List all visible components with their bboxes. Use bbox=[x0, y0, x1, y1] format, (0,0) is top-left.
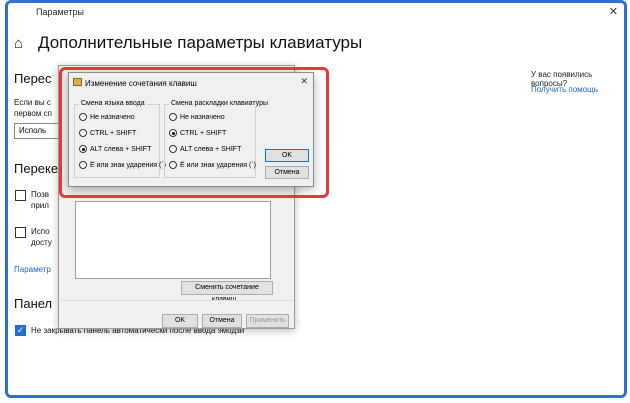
bg-ok-button[interactable]: OK bbox=[162, 314, 198, 328]
checkbox-label: прил bbox=[31, 201, 49, 210]
use-desktop-bar-checkbox[interactable] bbox=[15, 227, 26, 238]
checkbox-label: досту bbox=[31, 238, 52, 247]
close-icon[interactable]: ✕ bbox=[609, 5, 618, 18]
settings-window: Параметры ✕ ⌂ Дополнительные параметры к… bbox=[5, 0, 627, 398]
language-bar-options-link[interactable]: Параметр bbox=[14, 265, 51, 274]
bg-apply-button: Применить bbox=[246, 314, 289, 328]
input-method-select[interactable]: Исполь bbox=[14, 123, 64, 139]
window-title: Параметры bbox=[36, 7, 84, 17]
highlight-frame bbox=[59, 67, 329, 198]
section-heading-switching: Переке bbox=[14, 161, 59, 176]
section-text-line: первом сп bbox=[14, 109, 52, 118]
title-bar: Параметры ✕ bbox=[8, 3, 624, 25]
bg-cancel-button[interactable]: Отмена bbox=[202, 314, 242, 328]
allow-apps-checkbox[interactable] bbox=[15, 190, 26, 201]
input-method-select-value: Исполь bbox=[19, 126, 47, 135]
divider bbox=[59, 300, 294, 301]
section-text-line: Если вы с bbox=[14, 98, 51, 107]
change-key-sequence-button[interactable]: Сменить сочетание клавиш... bbox=[181, 281, 273, 303]
section-heading-input-switch: Перес bbox=[14, 71, 52, 86]
home-icon[interactable]: ⌂ bbox=[14, 35, 23, 52]
get-help-link[interactable]: Получить помощь bbox=[531, 85, 598, 94]
checkbox-label: Позв bbox=[31, 190, 50, 199]
section-heading-emoji-panel: Панел bbox=[14, 296, 53, 311]
emoji-panel-checkbox[interactable]: ✓ bbox=[15, 325, 26, 336]
hotkeys-list[interactable] bbox=[75, 201, 271, 279]
page-title: Дополнительные параметры клавиатуры bbox=[38, 33, 363, 52]
checkbox-label: Испо bbox=[31, 227, 50, 236]
